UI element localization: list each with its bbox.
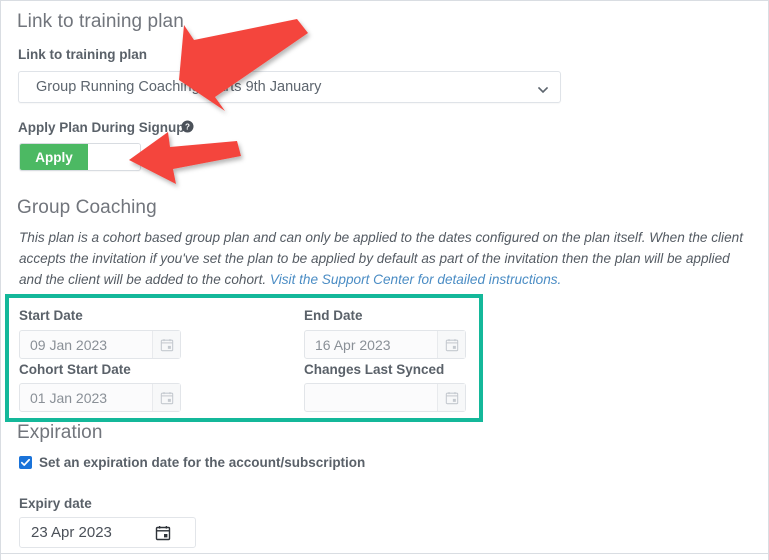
expiry-date-label: Expiry date xyxy=(19,496,92,511)
group-coaching-heading: Group Coaching xyxy=(17,197,157,218)
red-arrow-pointing-to-toggle xyxy=(129,132,241,184)
apply-plan-toggle-on-label[interactable]: Apply xyxy=(20,144,88,170)
link-to-training-plan-heading: Link to training plan xyxy=(17,11,184,32)
training-plan-select-value: Group Running Coaching Starts 9th Januar… xyxy=(36,79,322,95)
group-coaching-description: This plan is a cohort based group plan a… xyxy=(19,227,753,290)
help-circle-icon[interactable]: ? xyxy=(181,120,194,133)
end-date-value: 16 Apr 2023 xyxy=(315,336,391,353)
training-plan-select[interactable]: Group Running Coaching Starts 9th Januar… xyxy=(18,71,561,103)
calendar-icon[interactable] xyxy=(437,384,465,411)
expiry-date-input[interactable]: 23 Apr 2023 xyxy=(19,517,196,548)
cohort-start-date-value: 01 Jan 2023 xyxy=(30,389,108,406)
start-date-label: Start Date xyxy=(19,308,83,323)
svg-text:?: ? xyxy=(185,122,190,131)
apply-plan-toggle-off-area[interactable] xyxy=(88,144,140,170)
calendar-icon[interactable] xyxy=(437,331,465,358)
start-date-value: 09 Jan 2023 xyxy=(30,336,108,353)
expiry-date-value: 23 Apr 2023 xyxy=(31,524,112,541)
expiration-checkbox[interactable] xyxy=(19,456,32,469)
link-to-training-plan-label: Link to training plan xyxy=(18,47,147,62)
chevron-down-icon xyxy=(537,82,549,94)
apply-plan-during-signup-label: Apply Plan During Signup xyxy=(18,120,185,135)
calendar-icon[interactable] xyxy=(155,518,195,547)
expiration-checkbox-row[interactable]: Set an expiration date for the account/s… xyxy=(19,455,365,470)
apply-plan-toggle[interactable]: Apply xyxy=(19,143,141,171)
end-date-label: End Date xyxy=(304,308,363,323)
expiration-heading: Expiration xyxy=(17,422,103,443)
changes-last-synced-value xyxy=(305,384,437,411)
changes-last-synced-label: Changes Last Synced xyxy=(304,362,445,377)
settings-page: Link to training plan Link to training p… xyxy=(0,0,769,560)
start-date-input[interactable]: 09 Jan 2023 xyxy=(19,330,181,359)
expiration-checkbox-label: Set an expiration date for the account/s… xyxy=(39,455,366,470)
calendar-icon[interactable] xyxy=(152,384,180,411)
changes-last-synced-input[interactable] xyxy=(304,383,466,412)
support-center-link[interactable]: Visit the Support Center for detailed in… xyxy=(270,272,561,287)
calendar-icon[interactable] xyxy=(152,331,180,358)
cohort-start-date-label: Cohort Start Date xyxy=(19,362,131,377)
cohort-start-date-input[interactable]: 01 Jan 2023 xyxy=(19,383,181,412)
end-date-input[interactable]: 16 Apr 2023 xyxy=(304,330,466,359)
